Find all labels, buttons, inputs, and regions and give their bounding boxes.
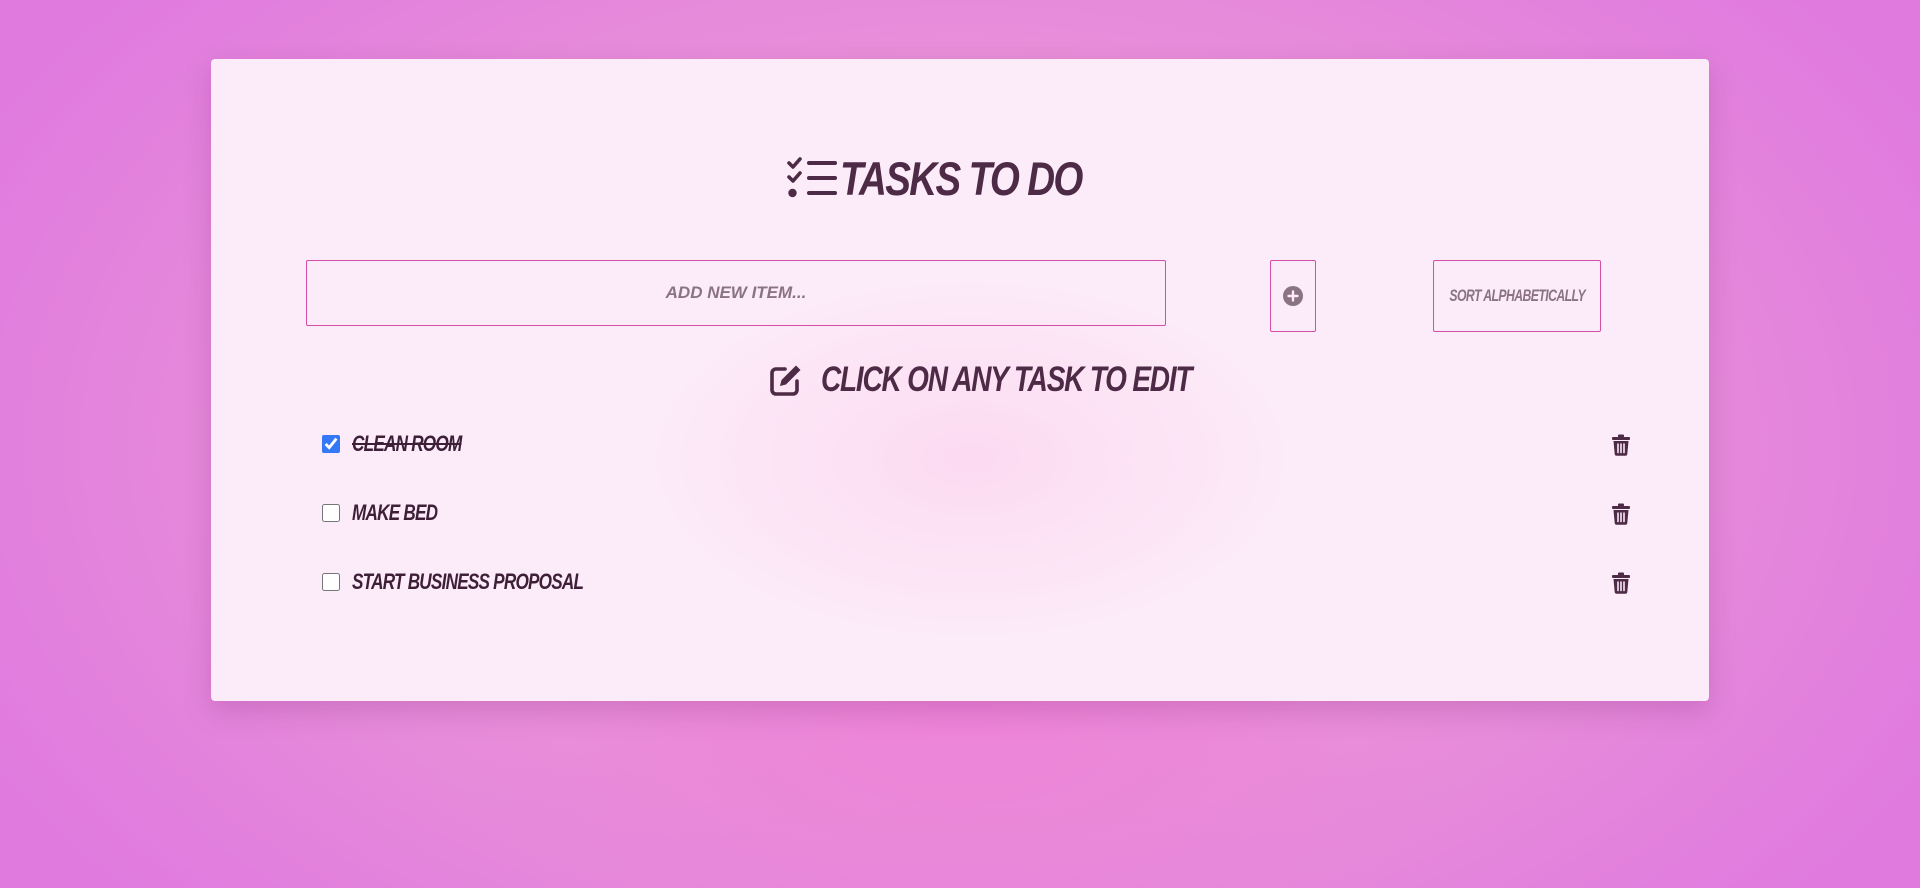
trash-icon[interactable] xyxy=(1611,503,1631,525)
trash-icon[interactable] xyxy=(1611,572,1631,594)
todo-card: Tasks To Do Sort Alphabetically Click on… xyxy=(211,59,1709,701)
task-list: Clean Room Make bed xyxy=(311,427,1631,634)
edit-hint: Click on any task to edit xyxy=(211,360,1709,400)
trash-icon[interactable] xyxy=(1611,434,1631,456)
task-label[interactable]: Start business proposal xyxy=(352,569,584,595)
sort-alphabetically-button[interactable]: Sort Alphabetically xyxy=(1433,260,1601,332)
new-item-input[interactable] xyxy=(306,260,1166,326)
sort-button-label: Sort Alphabetically xyxy=(1449,286,1585,305)
task-label[interactable]: Clean Room xyxy=(352,431,462,457)
task-item: Make bed xyxy=(311,496,1631,565)
task-checkbox[interactable] xyxy=(322,573,340,591)
title-text: Tasks To Do xyxy=(840,152,1083,205)
task-item: Start business proposal xyxy=(311,565,1631,634)
page-title: Tasks To Do xyxy=(211,151,1709,206)
task-checkbox[interactable] xyxy=(322,504,340,522)
add-item-button[interactable] xyxy=(1270,260,1316,332)
plus-circle-icon xyxy=(1283,286,1303,306)
edit-icon xyxy=(770,365,801,396)
list-check-icon xyxy=(787,156,838,197)
edit-hint-text: Click on any task to edit xyxy=(821,360,1193,399)
task-checkbox[interactable] xyxy=(322,435,340,453)
task-item: Clean Room xyxy=(311,427,1631,496)
task-label[interactable]: Make bed xyxy=(352,500,438,526)
